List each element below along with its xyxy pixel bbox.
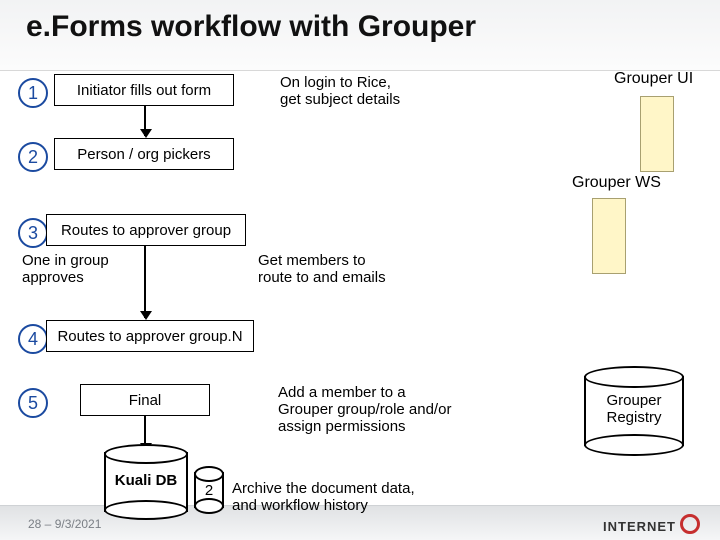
logo-ring-icon: [680, 514, 700, 534]
small-db-label: 2: [194, 482, 224, 499]
grouper-ui-label: Grouper UI: [614, 70, 693, 88]
step-5-box: Final: [80, 384, 210, 416]
desc-one-in-group: One in group approves: [22, 252, 109, 286]
step-3-circle: 3: [18, 218, 48, 248]
desc-get-members: Get members to route to and emails: [258, 252, 386, 286]
step-5-circle: 5: [18, 388, 48, 418]
kuali-db-cylinder: Kuali DB: [104, 452, 188, 512]
arrow-1-2: [144, 106, 146, 136]
step-1-box: Initiator fills out form: [54, 74, 234, 106]
kuali-db-label: Kuali DB: [104, 472, 188, 489]
grouper-registry-label: Grouper Registry: [584, 392, 684, 426]
step-4-circle: 4: [18, 324, 48, 354]
slide: e.Forms workflow with Grouper Grouper UI…: [0, 0, 720, 540]
step-2-box: Person / org pickers: [54, 138, 234, 170]
footer-text: 28 – 9/3/2021: [28, 517, 101, 531]
step-4-box: Routes to approver group.N: [46, 320, 254, 352]
arrow-3-4: [144, 246, 146, 318]
step-2-circle: 2: [18, 142, 48, 172]
small-db-cylinder: 2: [194, 472, 224, 508]
grouper-ws-box: [592, 198, 626, 274]
internet2-logo: INTERNET: [603, 514, 700, 534]
desc-login: On login to Rice, get subject details: [280, 74, 400, 108]
grouper-ui-box: [640, 96, 674, 172]
grouper-registry-cylinder: Grouper Registry: [584, 376, 684, 446]
grouper-ws-label: Grouper WS: [572, 174, 661, 192]
desc-archive: Archive the document data, and workflow …: [232, 480, 415, 514]
step-3-box: Routes to approver group: [46, 214, 246, 246]
desc-add-member: Add a member to a Grouper group/role and…: [278, 384, 451, 435]
step-1-circle: 1: [18, 78, 48, 108]
logo-text: INTERNET: [603, 519, 676, 534]
slide-title: e.Forms workflow with Grouper: [26, 10, 476, 44]
